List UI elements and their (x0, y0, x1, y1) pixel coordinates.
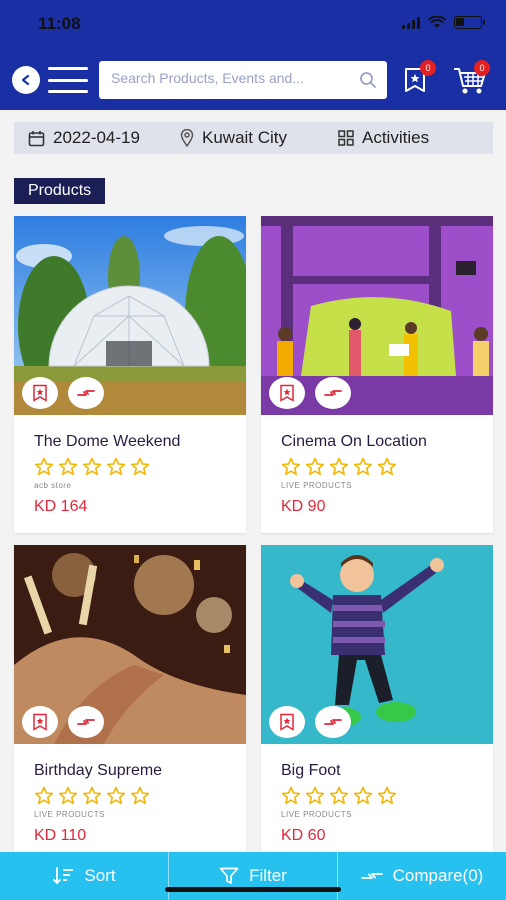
rating-stars (281, 457, 397, 476)
wishlist-add-button[interactable] (269, 706, 305, 738)
compare-arrows-icon (77, 719, 95, 725)
battery-icon (454, 16, 485, 29)
star-icon (353, 786, 373, 805)
star-icon (305, 457, 325, 476)
filter-funnel-icon (219, 867, 239, 884)
star-icon (58, 457, 78, 476)
product-title[interactable]: The Dome Weekend (34, 433, 180, 451)
wifi-icon (428, 16, 446, 28)
status-time: 11:08 (38, 14, 81, 33)
rating-stars (281, 786, 397, 805)
star-icon (130, 457, 150, 476)
signal-icon (402, 16, 420, 29)
calendar-icon (28, 130, 45, 146)
star-icon (281, 457, 301, 476)
product-price: KD 164 (34, 498, 88, 515)
product-price: KD 60 (281, 827, 326, 844)
product-card-big-foot[interactable]: Big Foot LIVE PRODUCTS KD 60 (261, 545, 493, 862)
search-box[interactable] (99, 61, 387, 99)
search-input[interactable] (111, 70, 351, 86)
rating-stars (34, 457, 150, 476)
compare-arrows-icon (360, 873, 383, 879)
search-icon[interactable] (359, 71, 377, 89)
product-price: KD 110 (34, 827, 87, 844)
compare-bar-button[interactable]: Compare(0) (338, 852, 506, 900)
location-filter[interactable]: Kuwait City (180, 128, 287, 148)
status-bar: 11:08 (0, 0, 506, 50)
product-card-dome-weekend[interactable]: The Dome Weekend acb store KD 164 (14, 216, 246, 533)
bookmark-star-icon (33, 384, 47, 402)
star-icon (130, 786, 150, 805)
home-indicator (165, 887, 341, 892)
star-icon (58, 786, 78, 805)
wishlist-add-button[interactable] (269, 377, 305, 409)
status-icons (402, 16, 485, 29)
compare-label: Compare(0) (392, 866, 484, 885)
product-card-birthday-supreme[interactable]: Birthday Supreme LIVE PRODUCTS KD 110 (14, 545, 246, 862)
cart-count-badge: 0 (474, 60, 490, 76)
bookmark-star-icon (33, 713, 47, 731)
star-icon (82, 786, 102, 805)
bookmark-star-icon (280, 713, 294, 731)
cart-button[interactable]: 0 (452, 60, 490, 96)
star-icon (329, 786, 349, 805)
compare-button[interactable] (315, 706, 351, 738)
compare-button[interactable] (68, 377, 104, 409)
rating-stars (34, 786, 150, 805)
store-name: LIVE PRODUCTS (281, 481, 352, 490)
product-title[interactable]: Cinema On Location (281, 433, 427, 451)
store-name: LIVE PRODUCTS (281, 810, 352, 819)
location-pin-icon (180, 129, 194, 147)
wishlist-add-button[interactable] (22, 706, 58, 738)
star-icon (82, 457, 102, 476)
star-icon (329, 457, 349, 476)
date-filter-label: 2022-04-19 (53, 128, 140, 147)
location-filter-label: Kuwait City (202, 128, 288, 147)
bookmark-star-icon (280, 384, 294, 402)
star-icon (305, 786, 325, 805)
section-title: Products (14, 178, 106, 204)
chevron-left-icon (21, 74, 30, 86)
sort-icon (53, 867, 74, 885)
grid-icon (338, 130, 354, 146)
bottom-action-bar: Sort Filter Compare(0) (0, 852, 506, 900)
star-icon (106, 786, 126, 805)
compare-arrows-icon (324, 719, 342, 725)
product-title[interactable]: Birthday Supreme (34, 762, 162, 780)
star-icon (106, 457, 126, 476)
wishlist-add-button[interactable] (22, 377, 58, 409)
sort-label: Sort (84, 866, 116, 885)
store-name: LIVE PRODUCTS (34, 810, 105, 819)
product-card-cinema-on-location[interactable]: Cinema On Location LIVE PRODUCTS KD 90 (261, 216, 493, 533)
category-filter[interactable]: Activities (338, 128, 429, 148)
date-filter[interactable]: 2022-04-19 (28, 128, 140, 148)
product-price: KD 90 (281, 498, 326, 515)
star-icon (34, 786, 54, 805)
star-icon (377, 786, 397, 805)
hamburger-menu-icon[interactable] (48, 67, 88, 93)
compare-arrows-icon (77, 390, 95, 396)
star-icon (34, 457, 54, 476)
back-button[interactable] (12, 66, 40, 94)
wishlist-button[interactable]: 0 (402, 60, 436, 94)
star-icon (353, 457, 373, 476)
star-icon (377, 457, 397, 476)
sort-button[interactable]: Sort (0, 852, 169, 900)
filter-button[interactable]: Filter (169, 852, 338, 900)
filter-bar: 2022-04-19 Kuwait City Activities (14, 122, 493, 154)
filter-label: Filter (249, 866, 287, 885)
compare-button[interactable] (68, 706, 104, 738)
compare-button[interactable] (315, 377, 351, 409)
product-title[interactable]: Big Foot (281, 762, 341, 780)
category-filter-label: Activities (362, 128, 430, 147)
wishlist-count-badge: 0 (420, 60, 436, 76)
compare-arrows-icon (324, 390, 342, 396)
star-icon (281, 786, 301, 805)
store-name: acb store (34, 481, 72, 490)
